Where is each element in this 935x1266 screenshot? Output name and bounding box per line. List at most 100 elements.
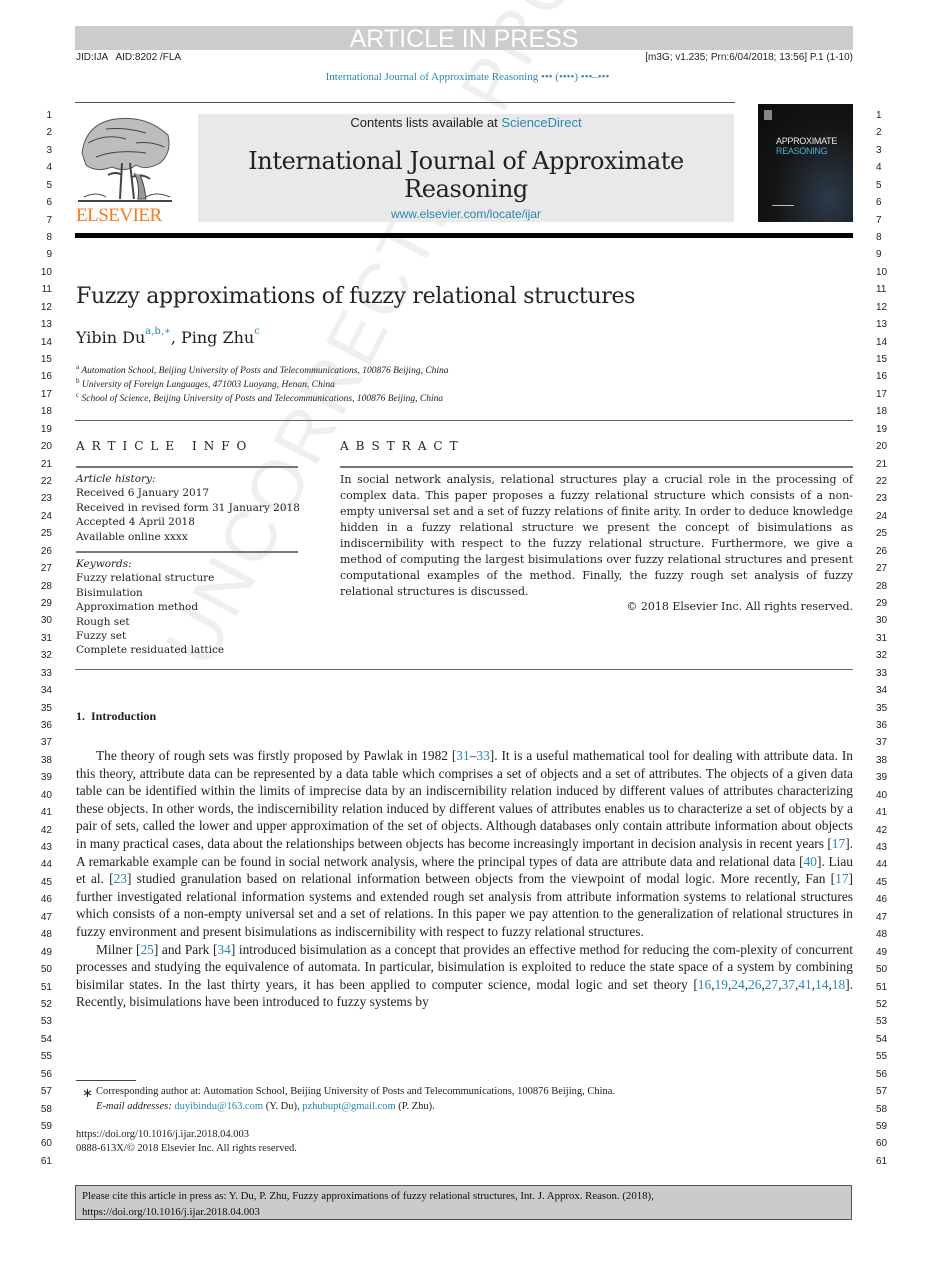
jid-line: JID:IJA AID:8202 /FLA bbox=[76, 52, 182, 63]
citation-link[interactable]: 19 bbox=[715, 977, 728, 992]
abstract-body: In social network analysis, relational s… bbox=[340, 473, 853, 598]
email-owner: (Y. Du), bbox=[263, 1101, 303, 1112]
history-revised: Received in revised form 31 January 2018 bbox=[76, 501, 300, 514]
line-number: 48 bbox=[40, 929, 52, 941]
citation-link[interactable]: 16 bbox=[698, 977, 711, 992]
citation-link[interactable]: 33 bbox=[476, 748, 489, 763]
line-number: 38 bbox=[876, 754, 888, 766]
line-number: 36 bbox=[40, 720, 52, 732]
line-number: 35 bbox=[876, 702, 888, 714]
line-number: 4 bbox=[46, 162, 52, 174]
email-link-zhu[interactable]: pzhubupt@gmail.com bbox=[302, 1101, 395, 1112]
line-number: 20 bbox=[876, 441, 888, 453]
line-number: 10 bbox=[40, 266, 52, 278]
article-in-press-banner: ARTICLE IN PRESS bbox=[75, 26, 853, 52]
author-affiliation-marks[interactable]: c bbox=[254, 326, 260, 337]
line-number: 61 bbox=[876, 1155, 888, 1167]
line-number: 13 bbox=[40, 319, 52, 331]
line-number: 14 bbox=[40, 336, 52, 348]
doi-link[interactable]: https://doi.org/10.1016/j.ijar.2018.04.0… bbox=[76, 1129, 249, 1140]
issn-copyright: 0888-613X/© 2018 Elsevier Inc. All right… bbox=[76, 1143, 297, 1154]
line-number: 11 bbox=[41, 284, 52, 296]
affiliation-mark: b bbox=[76, 377, 80, 385]
article-info-heading: ARTICLE INFO bbox=[76, 439, 254, 453]
line-number: 2 bbox=[876, 127, 882, 139]
citation-link[interactable]: 27 bbox=[765, 977, 778, 992]
paragraph: Milner [25] and Park [34] introduced bis… bbox=[76, 941, 853, 1011]
line-number: 44 bbox=[876, 859, 888, 871]
citation-link[interactable]: 17 bbox=[835, 871, 848, 886]
keywords-label: Keywords: bbox=[76, 558, 132, 570]
author-list: Yibin Dua,b,∗, Ping Zhuc bbox=[76, 326, 260, 347]
keyword: Bisimulation bbox=[76, 586, 143, 599]
citation-link[interactable]: 31 bbox=[456, 748, 469, 763]
citation-link[interactable]: 18 bbox=[832, 977, 845, 992]
line-number: 4 bbox=[876, 162, 882, 174]
line-number: 15 bbox=[40, 354, 52, 366]
affiliation-c: c School of Science, Beijing University … bbox=[76, 391, 443, 404]
line-number: 24 bbox=[40, 510, 52, 522]
line-number: 12 bbox=[876, 301, 888, 313]
line-number: 56 bbox=[40, 1068, 52, 1080]
line-number: 31 bbox=[40, 632, 52, 644]
citation-link[interactable]: 34 bbox=[217, 942, 230, 957]
citation-link[interactable]: 41 bbox=[798, 977, 811, 992]
line-number: 26 bbox=[40, 545, 52, 557]
line-number: 27 bbox=[876, 563, 888, 575]
cover-title-line1: APPROXIMATE bbox=[776, 136, 838, 146]
journal-url-link[interactable]: www.elsevier.com/locate/ijar bbox=[198, 207, 734, 221]
affiliation-text: Automation School, Beijing University of… bbox=[81, 366, 449, 377]
cite-doi[interactable]: https://doi.org/10.1016/j.ijar.2018.04.0… bbox=[82, 1204, 845, 1220]
line-number: 33 bbox=[40, 667, 52, 679]
elsevier-wordmark: ELSEVIER bbox=[76, 205, 162, 226]
line-number: 14 bbox=[876, 336, 888, 348]
print-meta: [m3G; v1.235; Prn:6/04/2018; 13:56] P.1 … bbox=[645, 52, 853, 63]
line-number: 32 bbox=[876, 650, 888, 662]
line-number: 11 bbox=[876, 284, 887, 296]
line-number: 8 bbox=[876, 232, 882, 243]
line-number: 50 bbox=[40, 964, 52, 976]
line-number: 40 bbox=[876, 789, 888, 801]
citation-link[interactable]: 14 bbox=[815, 977, 828, 992]
line-number: 34 bbox=[40, 685, 52, 697]
citation-link[interactable]: 25 bbox=[140, 942, 153, 957]
citation-link[interactable]: 37 bbox=[782, 977, 795, 992]
sciencedirect-link[interactable]: ScienceDirect bbox=[501, 115, 581, 130]
line-number: 42 bbox=[40, 824, 52, 836]
line-number: 53 bbox=[876, 1016, 888, 1028]
line-number: 49 bbox=[876, 946, 888, 958]
paragraph-text: ] studied granulation based on relationa… bbox=[126, 871, 836, 887]
line-number: 48 bbox=[876, 929, 888, 941]
line-number: 1 bbox=[46, 110, 52, 121]
line-number: 23 bbox=[40, 493, 52, 505]
running-head-journal-link[interactable]: International Journal of Approximate Rea… bbox=[0, 71, 935, 83]
line-number: 5 bbox=[46, 179, 52, 191]
line-number: 38 bbox=[40, 754, 52, 766]
line-number: 7 bbox=[876, 214, 882, 226]
line-number: 35 bbox=[40, 702, 52, 714]
citation-link[interactable]: 40 bbox=[804, 854, 817, 869]
line-number: 19 bbox=[876, 423, 888, 435]
line-number: 52 bbox=[876, 998, 888, 1010]
line-number: 54 bbox=[40, 1033, 52, 1045]
keywords: Keywords: Fuzzy relational structure Bis… bbox=[76, 557, 224, 658]
line-number: 56 bbox=[876, 1068, 888, 1080]
line-number: 6 bbox=[876, 197, 882, 209]
citation-link[interactable]: 17 bbox=[832, 836, 845, 851]
line-number: 58 bbox=[876, 1103, 888, 1115]
line-number: 36 bbox=[876, 720, 888, 732]
citation-link[interactable]: 26 bbox=[748, 977, 761, 992]
line-number: 47 bbox=[876, 911, 888, 923]
line-number: 43 bbox=[40, 842, 52, 854]
citation-link[interactable]: 23 bbox=[114, 871, 127, 886]
line-number: 37 bbox=[40, 737, 52, 749]
line-number: 37 bbox=[876, 737, 888, 749]
author-affiliation-marks[interactable]: a,b,∗ bbox=[145, 326, 171, 337]
citation-link[interactable]: 24 bbox=[731, 977, 744, 992]
line-number: 51 bbox=[876, 981, 888, 993]
line-number: 59 bbox=[40, 1120, 52, 1132]
line-number: 15 bbox=[876, 354, 888, 366]
line-number: 24 bbox=[876, 510, 888, 522]
email-link-du[interactable]: duyibindu@163.com bbox=[174, 1101, 263, 1112]
cover-footer-line bbox=[772, 205, 794, 206]
